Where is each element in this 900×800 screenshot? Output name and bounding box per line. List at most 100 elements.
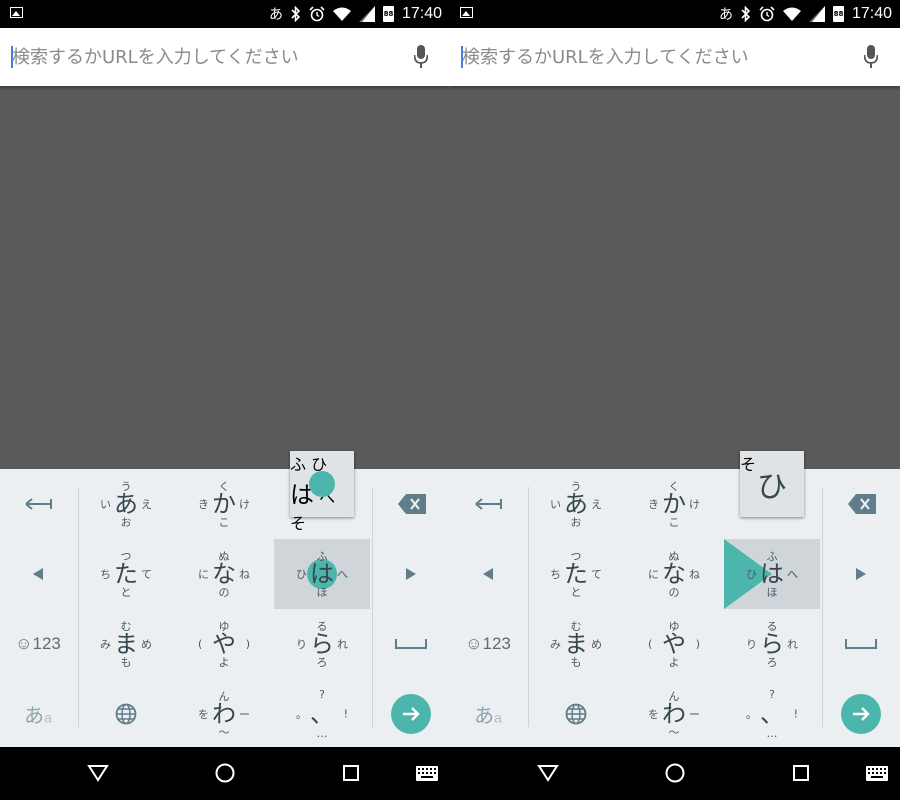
flick-left: み [550,638,561,651]
input-mode-key[interactable]: あa [0,679,76,749]
key-ta[interactable]: つ ち た て と [528,539,624,609]
enter-key[interactable] [373,679,449,749]
flick-up: ふ [290,455,307,474]
symbols-label: ☺123 [15,634,61,653]
flick-right: ー [239,708,250,721]
flick-down: こ [668,516,680,529]
flick-right: て [141,568,152,581]
key-main-char: わ [662,700,686,728]
key-punctuation[interactable]: ? 。 、 ! … [724,679,820,749]
key-main-char: か [212,490,236,518]
globe-icon [115,703,137,725]
ime-indicator: あ [718,7,733,23]
cursor-right-key[interactable] [823,539,899,609]
recents-icon[interactable] [793,765,809,781]
input-mode-key[interactable]: あa [450,679,526,749]
search-input[interactable] [12,42,392,72]
symbols-key[interactable]: ☺123 [0,609,76,679]
key-ka[interactable]: く き か け こ [626,469,722,539]
key-ra[interactable]: る り ら れ ろ [274,609,370,679]
space-key[interactable] [823,609,899,679]
key-main-char: た [114,560,138,588]
cursor-left-key[interactable] [0,539,76,609]
recents-icon[interactable] [343,765,359,781]
signal-icon [808,6,825,22]
keyboard-icon[interactable] [416,766,438,781]
language-key[interactable] [78,679,174,749]
key-wa[interactable]: ん を わ ー 〜 [626,679,722,749]
home-icon[interactable] [665,763,685,783]
key-ha[interactable]: ふ ひ は へ ほ [274,539,370,609]
key-a[interactable]: う い あ え お [528,469,624,539]
clock: 17:40 [401,5,442,22]
home-icon[interactable] [215,763,235,783]
navigation-bar [0,747,450,800]
flick-down: そ [740,455,757,474]
key-punctuation[interactable]: ? 。 、 ! … [274,679,370,749]
flick-left: に [198,568,209,581]
microphone-icon[interactable] [414,45,428,69]
key-wa[interactable]: ん を わ ー 〜 [176,679,272,749]
flick-right: ね [689,568,700,581]
mode-kana: あ [24,705,45,728]
cursor-left-key[interactable] [450,539,526,609]
key-na[interactable]: ぬ に な ね の [626,539,722,609]
flick-left: り [296,638,307,651]
flick-down: … [316,727,328,740]
flick-preview-popup: ひ そ [740,451,804,517]
flick-left: を [198,708,209,721]
key-ta[interactable]: つ ち た て と [78,539,174,609]
key-main-char: ま [564,630,588,658]
signal-icon [358,6,375,22]
key-main-char: や [212,630,236,658]
keyboard: う い あ え お く き か け こ つ ち た て と ぬ に な ね の … [450,451,900,749]
key-ya[interactable]: ゆ ( や ) よ [176,609,272,679]
undo-key[interactable] [450,469,526,539]
space-key[interactable] [373,609,449,679]
keyboard-icon[interactable] [866,766,888,781]
microphone-icon[interactable] [864,45,878,69]
arrow-right-enter-icon [853,707,870,721]
key-ya[interactable]: ゆ ( や ) よ [626,609,722,679]
touch-indicator [309,471,335,497]
flick-left: ( [648,637,653,651]
back-icon[interactable] [87,764,109,782]
search-input[interactable] [462,42,842,72]
key-ma[interactable]: む み ま め も [78,609,174,679]
symbols-label: ☺123 [465,634,511,653]
flick-left: ち [100,568,111,581]
navigation-bar [450,747,900,800]
flick-down: そ [290,514,307,533]
flick-right: ) [695,637,700,651]
key-na[interactable]: ぬ に な ね の [176,539,272,609]
symbols-key[interactable]: ☺123 [450,609,526,679]
web-content-area [0,86,450,469]
back-icon[interactable] [537,764,559,782]
key-a[interactable]: う い あ え お [78,469,174,539]
key-ma[interactable]: む み ま め も [528,609,624,679]
cursor-right-key[interactable] [373,539,449,609]
flick-left: ち [550,568,561,581]
flick-down: の [668,586,680,599]
clock: 17:40 [851,5,892,22]
status-bar: あ 88 17:40 [0,0,450,28]
undo-key[interactable] [0,469,76,539]
input-mode-label: あa [24,700,52,729]
alarm-icon [309,6,325,22]
flick-left: ひ [746,568,757,581]
flick-down: ろ [766,656,778,669]
language-key[interactable] [528,679,624,749]
backspace-key[interactable] [373,469,449,539]
backspace-key[interactable] [823,469,899,539]
key-main-char: な [662,560,686,588]
enter-key[interactable] [823,679,899,749]
right-screen: あ 88 17:40 う い あ え お く き か [450,0,900,800]
key-ka[interactable]: く き か け こ [176,469,272,539]
bluetooth-icon [291,6,301,22]
flick-right: ! [793,707,798,721]
backspace-icon [398,494,426,514]
key-ha[interactable]: ふ ひ は へ ほ [724,539,820,609]
globe-icon [565,703,587,725]
key-ra[interactable]: る り ら れ ろ [724,609,820,679]
key-main-char: ら [760,630,784,658]
